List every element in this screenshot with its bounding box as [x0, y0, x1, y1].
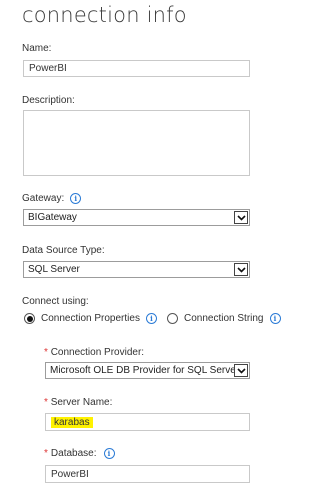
data-source-type-value: SQL Server — [28, 264, 80, 275]
server-name-input[interactable]: karabas — [45, 413, 250, 431]
page-title: connection info — [22, 3, 187, 27]
connect-using-label: Connect using: — [22, 296, 89, 307]
database-value: PowerBI — [51, 468, 89, 480]
gateway-label: Gateway: — [22, 193, 65, 204]
description-textarea[interactable] — [23, 110, 250, 176]
description-label: Description: — [22, 95, 75, 106]
connection-provider-value: Microsoft OLE DB Provider for SQL Server — [50, 365, 240, 376]
database-input[interactable]: PowerBI — [45, 465, 250, 483]
connection-properties-label: Connection Properties — [41, 313, 140, 324]
required-marker: * — [44, 448, 48, 459]
info-icon[interactable]: i — [145, 313, 157, 324]
info-icon[interactable]: i — [269, 313, 281, 324]
chevron-down-icon[interactable] — [234, 211, 248, 224]
data-source-type-select[interactable]: SQL Server — [23, 261, 250, 278]
connection-properties-radio[interactable] — [24, 313, 35, 324]
required-marker: * — [44, 397, 48, 408]
name-input[interactable]: PowerBI — [23, 60, 250, 77]
connection-provider-label: Connection Provider: — [50, 347, 145, 358]
gateway-value: BIGateway — [28, 212, 77, 223]
name-value: PowerBI — [29, 63, 67, 74]
server-name-value: karabas — [51, 416, 93, 428]
data-source-type-label: Data Source Type: — [22, 245, 105, 256]
required-marker: * — [44, 347, 48, 358]
gateway-select[interactable]: BIGateway — [23, 209, 250, 226]
chevron-down-icon[interactable] — [234, 364, 248, 377]
chevron-down-icon[interactable] — [234, 263, 248, 276]
name-label: Name: — [22, 43, 52, 54]
info-icon[interactable]: i — [103, 448, 115, 459]
server-name-label: Server Name: — [50, 397, 113, 408]
connection-string-label: Connection String — [184, 313, 264, 324]
database-label: Database: — [50, 448, 97, 459]
info-icon[interactable]: i — [70, 193, 82, 204]
connection-provider-select[interactable]: Microsoft OLE DB Provider for SQL Server — [45, 362, 250, 379]
connection-string-radio[interactable] — [167, 313, 178, 324]
